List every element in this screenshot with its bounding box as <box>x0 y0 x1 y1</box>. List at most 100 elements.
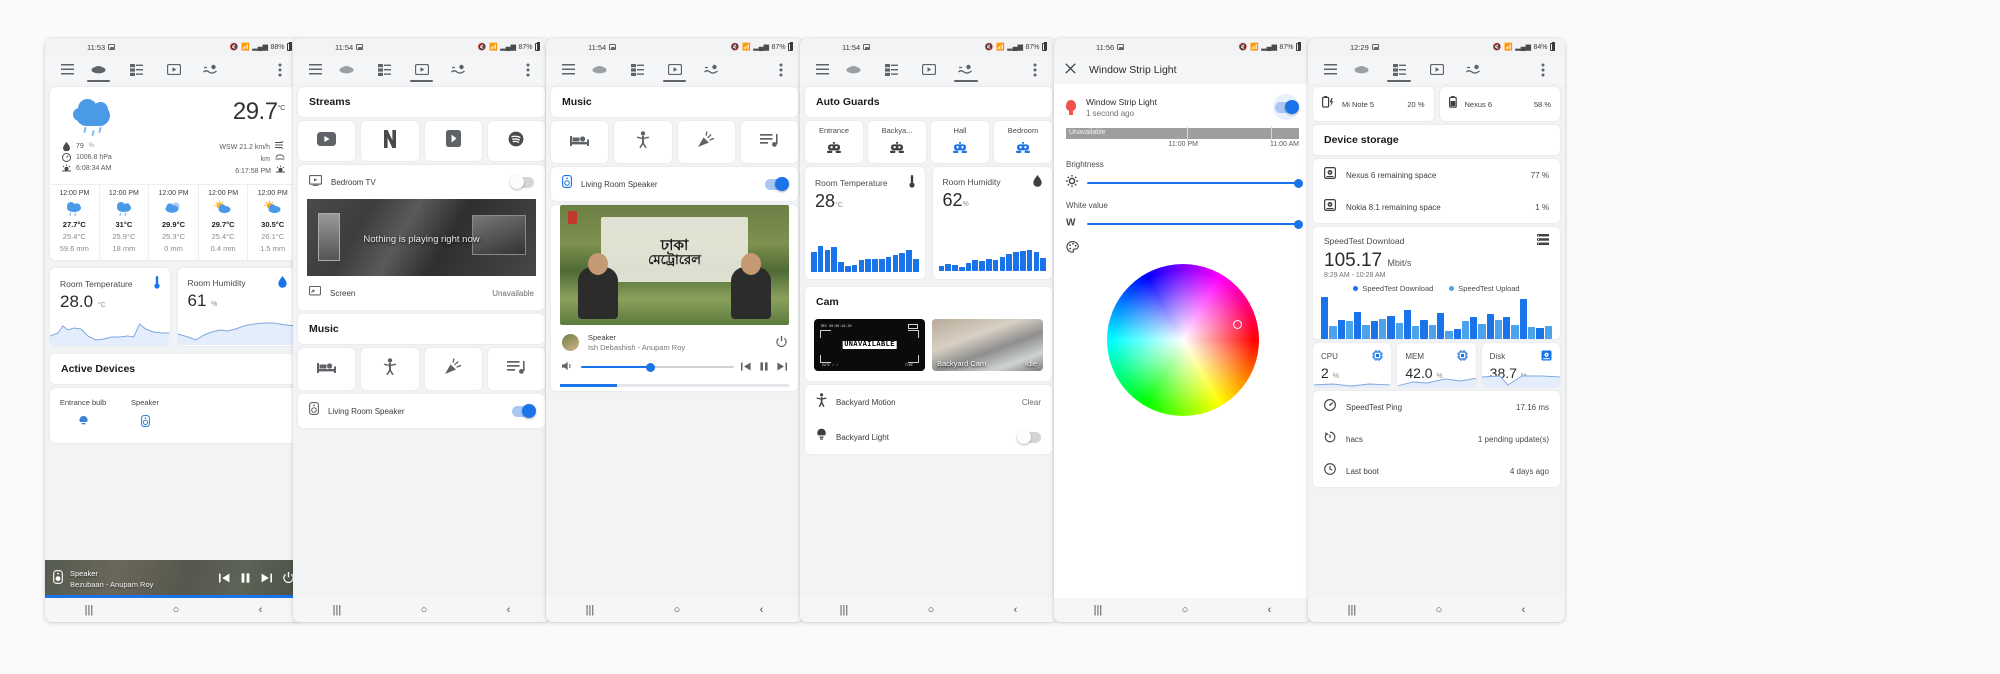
room-humidity-card[interactable]: Room Humidity 62% <box>932 167 1052 279</box>
home-button[interactable]: ○ <box>173 604 180 616</box>
tab-media[interactable] <box>656 57 693 82</box>
tab-water[interactable] <box>693 57 730 82</box>
more-vert-icon[interactable] <box>1022 57 1048 82</box>
home-button[interactable]: ○ <box>1436 604 1443 616</box>
prev-icon[interactable] <box>741 358 751 376</box>
guard-hall[interactable]: Hall <box>931 121 989 163</box>
tab-media[interactable] <box>1418 57 1455 82</box>
tab-media[interactable] <box>910 57 947 82</box>
tab-weather[interactable] <box>80 57 117 82</box>
home-button[interactable]: ○ <box>1182 604 1189 616</box>
menu-icon[interactable] <box>1317 57 1343 82</box>
bed-scene-tile[interactable] <box>298 348 356 390</box>
player-progress[interactable] <box>45 595 302 598</box>
tab-server[interactable] <box>1380 57 1417 82</box>
spotify-tile[interactable] <box>487 121 545 161</box>
netflix-tile[interactable] <box>361 121 419 161</box>
forecast-cell[interactable]: 12:00 PM 30.5°C 26.1°C 1.5 mm <box>248 185 297 260</box>
cpu-card[interactable]: CPU 2 % <box>1313 343 1392 387</box>
bedroom-tv-row[interactable]: Bedroom TV <box>298 165 545 199</box>
guard-backyard[interactable]: Backya... <box>868 121 926 163</box>
home-button[interactable]: ○ <box>674 604 681 616</box>
white-value-slider[interactable] <box>1087 219 1303 229</box>
backyard-motion-row[interactable]: Backyard Motion Clear <box>805 385 1052 420</box>
room-humidity-card[interactable]: Room Humidity 61 % <box>177 268 297 346</box>
back-button[interactable]: ‹ <box>507 604 511 616</box>
volume-slider[interactable] <box>581 362 734 372</box>
recents-button[interactable]: ||| <box>586 604 595 616</box>
cam-backyard[interactable]: Backyard Cam Idle <box>932 319 1043 371</box>
legend-download[interactable]: SpeedTest Download <box>1353 284 1433 293</box>
palette-icon[interactable] <box>1066 240 1079 257</box>
playlist-tile[interactable] <box>487 348 545 390</box>
brightness-slider[interactable] <box>1087 178 1303 188</box>
recents-button[interactable]: ||| <box>1094 604 1103 616</box>
more-vert-icon[interactable] <box>768 57 794 82</box>
bedroom-tv-toggle[interactable] <box>510 175 534 189</box>
screen-row[interactable]: Screen Unavailable <box>298 282 545 310</box>
mem-card[interactable]: MEM 42.0 % <box>1397 343 1476 387</box>
storage-row-nokia[interactable]: Nokia 8.1 remaining space 1 % <box>1313 191 1560 223</box>
last-boot-row[interactable]: Last boot 4 days ago <box>1313 455 1560 487</box>
color-wheel[interactable] <box>1106 264 1259 416</box>
legend-upload[interactable]: SpeedTest Upload <box>1449 284 1520 293</box>
recents-button[interactable]: ||| <box>840 604 849 616</box>
living-room-speaker-row[interactable]: Living Room Speaker <box>551 167 798 201</box>
pause-icon[interactable] <box>241 570 250 588</box>
playlist-tile[interactable] <box>740 121 798 163</box>
state-history-bar[interactable]: Unavailable <box>1066 126 1299 141</box>
living-room-speaker-toggle[interactable] <box>512 404 536 418</box>
light-toggle-wrap[interactable] <box>1273 94 1299 120</box>
party-scene-tile[interactable] <box>677 121 735 163</box>
prime-video-tile[interactable] <box>424 121 482 161</box>
living-room-speaker-toggle[interactable] <box>765 177 789 191</box>
tab-weather[interactable] <box>581 57 618 82</box>
tab-media[interactable] <box>155 57 192 82</box>
back-button[interactable]: ‹ <box>760 604 764 616</box>
tab-water[interactable] <box>192 57 229 82</box>
room-temperature-card[interactable]: Room Temperature 28.0 °C <box>50 268 170 346</box>
tv-preview[interactable]: Nothing is playing right now <box>307 199 536 276</box>
tab-media[interactable] <box>403 57 440 82</box>
tab-server[interactable] <box>117 57 154 82</box>
color-wheel-knob[interactable] <box>1232 320 1242 329</box>
tab-weather[interactable] <box>835 57 872 82</box>
disk-card[interactable]: Disk 38.7 % <box>1481 343 1560 387</box>
forecast-cell[interactable]: 12:00 PM 31°C 25.9°C 18 mm <box>100 185 150 260</box>
party-scene-tile[interactable] <box>424 348 482 390</box>
speedtest-ping-row[interactable]: SpeedTest Ping 17.16 ms <box>1313 391 1560 423</box>
menu-icon[interactable] <box>54 57 80 82</box>
next-icon[interactable] <box>261 570 272 588</box>
forecast-cell[interactable]: 12:00 PM 29.7°C 25.4°C 0.4 mm <box>199 185 249 260</box>
pause-icon[interactable] <box>760 358 768 376</box>
tab-server[interactable] <box>618 57 655 82</box>
back-button[interactable]: ‹ <box>1014 604 1018 616</box>
media-player-bar[interactable]: Speaker Bezubaan - Anupam Roy <box>45 560 302 598</box>
tab-weather[interactable] <box>328 57 365 82</box>
more-vert-icon[interactable] <box>1530 57 1556 82</box>
more-vert-icon[interactable] <box>515 57 541 82</box>
chip-speaker[interactable]: Speaker <box>114 392 176 433</box>
home-button[interactable]: ○ <box>421 604 428 616</box>
forecast-cell[interactable]: 12:00 PM 27.7°C 25.4°C 59.6 mm <box>50 185 100 260</box>
power-icon[interactable] <box>776 336 787 349</box>
storage-row-nexus[interactable]: Nexus 6 remaining space 77 % <box>1313 159 1560 191</box>
tab-water[interactable] <box>1455 57 1492 82</box>
menu-icon[interactable] <box>555 57 581 82</box>
recents-button[interactable]: ||| <box>333 604 342 616</box>
chip-entrance-bulb[interactable]: Entrance bulb <box>52 392 114 433</box>
tab-water[interactable] <box>440 57 477 82</box>
battery-card-mi-note-5[interactable]: Mi Note 5 20 % <box>1313 87 1434 121</box>
hacs-row[interactable]: hacs 1 pending update(s) <box>1313 423 1560 455</box>
guard-bedroom[interactable]: Bedroom <box>994 121 1052 163</box>
tab-server[interactable] <box>872 57 909 82</box>
menu-icon[interactable] <box>809 57 835 82</box>
forecast-cell[interactable]: 12:00 PM 29.9°C 25.3°C 0 mm <box>149 185 199 260</box>
volume-icon[interactable] <box>562 358 574 376</box>
recents-button[interactable]: ||| <box>1348 604 1357 616</box>
track-progress[interactable] <box>560 384 789 387</box>
tab-weather[interactable] <box>1343 57 1380 82</box>
battery-card-nexus-6[interactable]: Nexus 6 58 % <box>1439 87 1560 121</box>
back-button[interactable]: ‹ <box>1522 604 1526 616</box>
next-icon[interactable] <box>777 358 787 376</box>
